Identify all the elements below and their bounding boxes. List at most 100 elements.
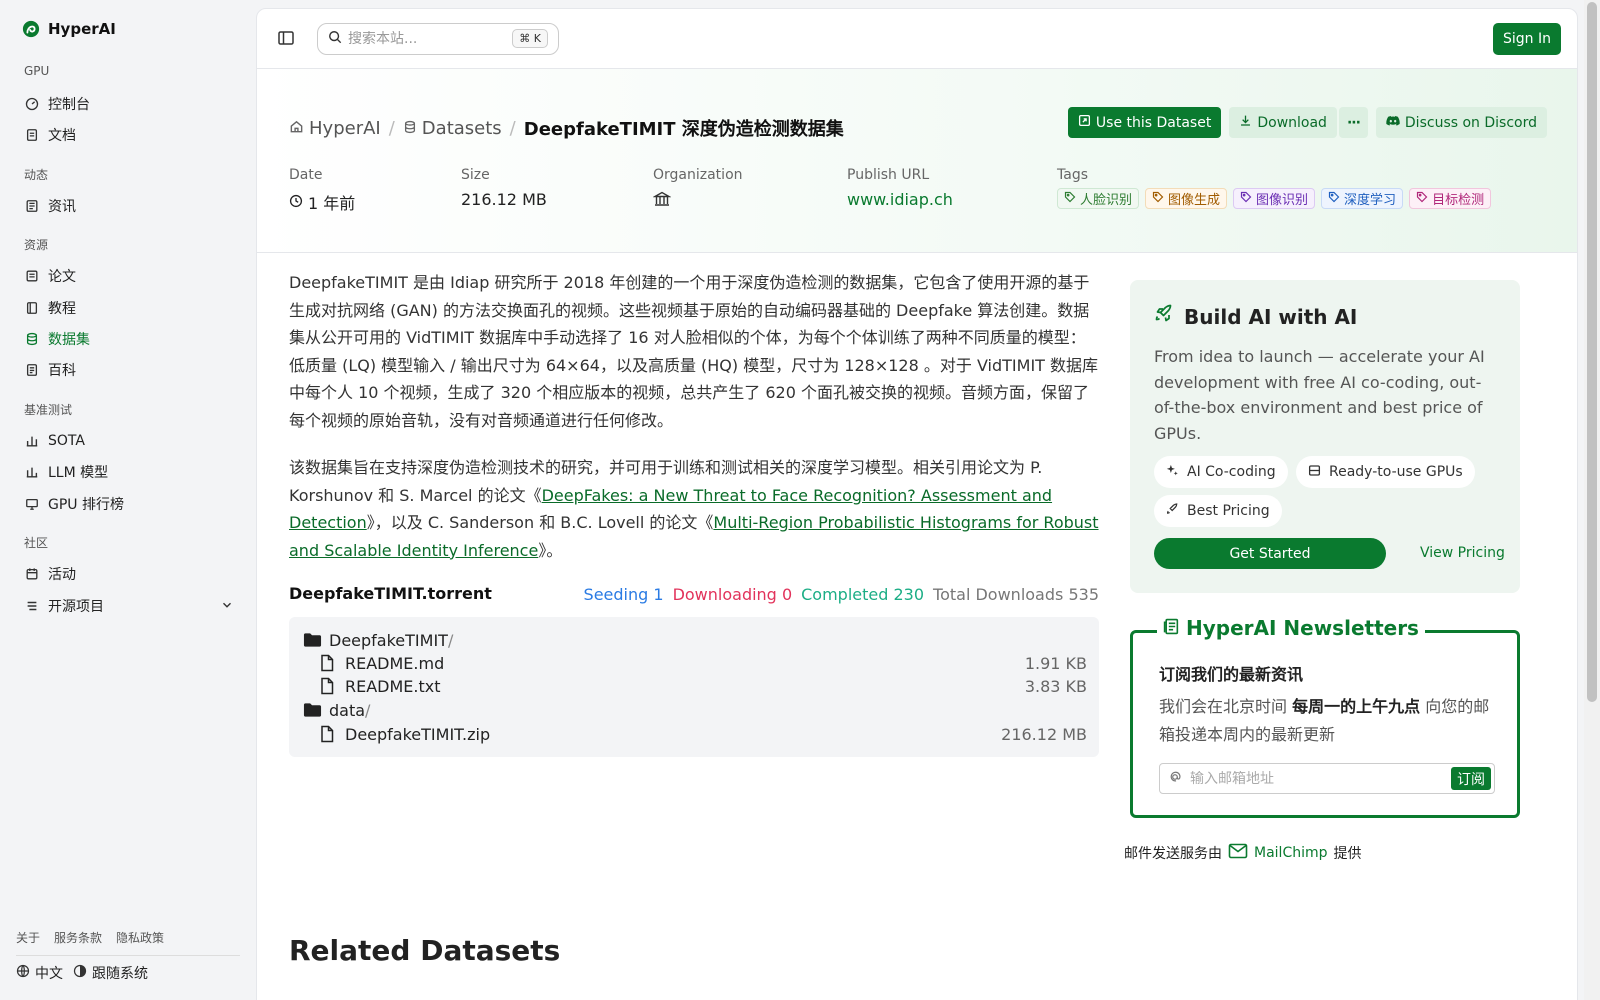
file-size: 3.83 KB: [1024, 676, 1087, 696]
sidebar-item-tutorials[interactable]: 教程: [24, 295, 234, 321]
text-span: 我们会在北京时间: [1159, 697, 1293, 716]
file-row[interactable]: DeepfakeTIMIT.zip 216.12 MB: [319, 723, 1087, 745]
folder-row[interactable]: data /: [303, 699, 1087, 721]
sidebar-item-sota[interactable]: SOTA: [24, 428, 234, 454]
subscribe-button[interactable]: 订阅: [1451, 767, 1491, 790]
breadcrumb-home[interactable]: HyperAI: [289, 118, 381, 139]
sidebar-item-opensource[interactable]: 开源项目: [24, 593, 234, 619]
theme-switcher[interactable]: 跟随系统: [73, 963, 148, 983]
file-size: 216.12 MB: [1001, 724, 1087, 744]
download-button[interactable]: Download: [1229, 107, 1337, 138]
tag-icon: [1416, 191, 1428, 207]
chevron-down-icon[interactable]: [220, 598, 234, 616]
sidebar-item-news[interactable]: 资讯: [24, 193, 234, 219]
database-icon: [403, 118, 417, 139]
file-row[interactable]: README.txt 3.83 KB: [319, 675, 1087, 697]
newsletter-icon: [1163, 616, 1180, 640]
size-label: Size: [461, 167, 490, 183]
tag-chip[interactable]: 深度学习: [1321, 188, 1404, 209]
about-link[interactable]: 关于: [16, 929, 40, 946]
chip-ai-coding: AI Co-coding: [1154, 456, 1288, 488]
encyclopedia-icon: [24, 363, 39, 378]
clock-icon: [289, 193, 303, 212]
scrollbar-thumb[interactable]: [1587, 2, 1597, 702]
sidebar-item-label: 百科: [48, 363, 76, 379]
sidebar-item-wiki[interactable]: 百科: [24, 357, 234, 383]
main-panel: ⌘ K Sign In HyperAI / Datasets / Deepfak…: [256, 8, 1578, 1000]
description-paragraph: 该数据集旨在支持深度伪造检测技术的研究，并可用于训练和测试相关的深度学习模型。相…: [289, 454, 1099, 564]
theme-label: 跟随系统: [92, 966, 148, 982]
path-slash: /: [365, 700, 371, 720]
folder-name: DeepfakeTIMIT: [329, 630, 448, 650]
nav-group-community: 社区: [24, 536, 49, 550]
publish-url-label: Publish URL: [847, 167, 930, 183]
publish-url-link[interactable]: www.idiap.ch: [847, 190, 953, 209]
stat-value: 535: [1068, 585, 1099, 604]
file-name: README.txt: [345, 676, 441, 696]
torrent-stats: Seeding 1 Downloading 0 Completed 230 To…: [584, 585, 1099, 604]
gauge-icon: [24, 97, 39, 112]
discord-button[interactable]: Discuss on Discord: [1375, 107, 1547, 138]
nav-group-dynamics: 动态: [24, 168, 49, 182]
terms-link[interactable]: 服务条款: [54, 929, 102, 946]
footer-prefs: 中文 跟随系统: [16, 963, 148, 983]
logo[interactable]: HyperAI: [22, 20, 116, 38]
folder-row[interactable]: DeepfakeTIMIT /: [303, 629, 1087, 651]
tag-icon: [1328, 191, 1340, 207]
building-icon: [652, 190, 672, 212]
description-paragraph: DeepfakeTIMIT 是由 Idiap 研究所于 2018 年创建的一个用…: [289, 273, 1099, 430]
breadcrumb-separator: /: [388, 117, 395, 139]
privacy-link[interactable]: 隐私政策: [116, 929, 164, 946]
newsletter-description: 我们会在北京时间 每周一的上午九点 向您的邮箱投递本周内的最新更新: [1159, 693, 1504, 748]
nav-group-gpu: GPU: [24, 64, 50, 78]
view-pricing-link[interactable]: View Pricing: [1420, 545, 1505, 561]
page-title: DeepfakeTIMIT 深度伪造检测数据集: [523, 119, 844, 140]
date-value: 1 年前: [289, 190, 355, 214]
mail-icon: [1228, 843, 1248, 863]
sidebar-item-docs[interactable]: 文档: [24, 122, 234, 148]
sidebar-item-gpu-rank[interactable]: GPU 排行榜: [24, 491, 234, 517]
sidebar-item-console[interactable]: 控制台: [24, 91, 234, 117]
get-started-button[interactable]: Get Started: [1154, 538, 1386, 569]
tag-label: 目标检测: [1432, 193, 1485, 208]
torrent-title[interactable]: DeepfakeTIMIT.torrent: [289, 584, 492, 603]
sidebar-toggle-icon[interactable]: [277, 29, 297, 49]
more-options-button[interactable]: ···: [1338, 107, 1368, 138]
search-input[interactable]: [348, 31, 513, 47]
language-switcher[interactable]: 中文: [16, 963, 63, 983]
server-icon: [1308, 464, 1321, 481]
build-ai-title-text: Build AI with AI: [1184, 304, 1358, 329]
breadcrumb-datasets[interactable]: Datasets: [403, 118, 502, 139]
globe-icon: [16, 964, 30, 982]
home-icon: [289, 118, 304, 139]
chip-pricing: Best Pricing: [1154, 495, 1282, 527]
breadcrumb-datasets-label: Datasets: [421, 117, 502, 139]
download-label: Download: [1257, 114, 1327, 131]
dataset-header: HyperAI / Datasets / DeepfakeTIMIT 深度伪造检…: [257, 69, 1577, 253]
sign-in-button[interactable]: Sign In: [1493, 23, 1561, 55]
tag-chip[interactable]: 图像识别: [1233, 188, 1316, 209]
sidebar-item-datasets[interactable]: 数据集: [24, 326, 234, 352]
seeding-stat: Seeding 1: [584, 585, 664, 604]
tag-chip[interactable]: 图像生成: [1145, 188, 1228, 209]
use-dataset-label: Use this Dataset: [1095, 114, 1212, 131]
tag-chip[interactable]: 目标检测: [1409, 188, 1492, 209]
stat-label: Downloading: [672, 585, 777, 604]
tags-label: Tags: [1057, 167, 1088, 183]
sidebar-item-papers[interactable]: 论文: [24, 263, 234, 289]
use-dataset-button[interactable]: Use this Dataset: [1067, 107, 1222, 138]
sidebar-item-events[interactable]: 活动: [24, 561, 234, 587]
scrollbar[interactable]: [1584, 0, 1600, 1000]
at-icon: [1168, 770, 1182, 788]
total-downloads-stat: Total Downloads 535: [933, 585, 1099, 604]
tag-label: 人脸识别: [1080, 193, 1133, 208]
discord-icon: [1386, 115, 1400, 131]
search-box[interactable]: ⌘ K: [317, 23, 559, 55]
mailchimp-link[interactable]: MailChimp: [1228, 843, 1328, 863]
monitor-icon: [24, 497, 39, 512]
file-row[interactable]: README.md 1.91 KB: [319, 652, 1087, 674]
email-input[interactable]: [1190, 770, 1440, 787]
tag-chip[interactable]: 人脸识别: [1057, 188, 1140, 209]
sidebar-item-llm[interactable]: LLM 模型: [24, 459, 234, 485]
nav-group-benchmarks: 基准测试: [24, 403, 73, 417]
